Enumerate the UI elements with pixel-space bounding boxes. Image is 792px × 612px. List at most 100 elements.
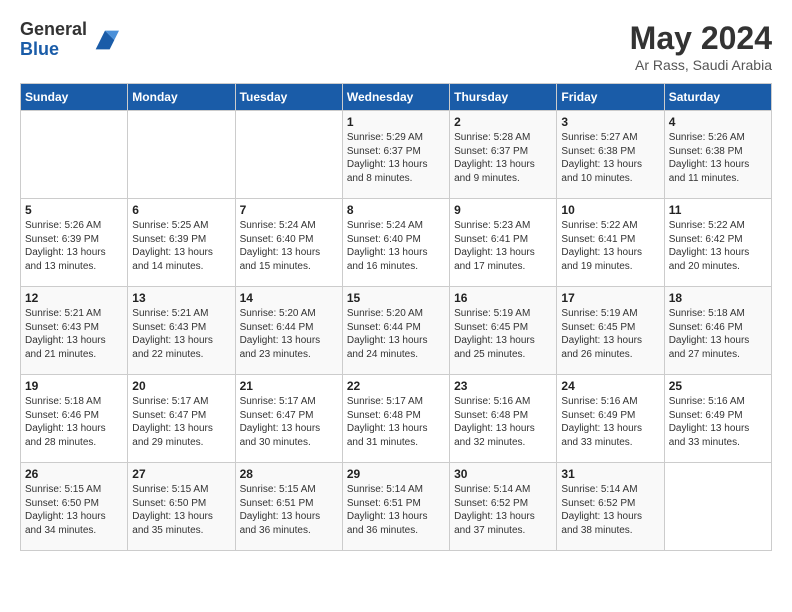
day-info: Sunrise: 5:20 AM Sunset: 6:44 PM Dayligh… — [240, 307, 338, 361]
day-info: Sunrise: 5:17 AM Sunset: 6:47 PM Dayligh… — [240, 395, 338, 449]
calendar-week-4: 19Sunrise: 5:18 AM Sunset: 6:46 PM Dayli… — [21, 375, 772, 463]
day-info: Sunrise: 5:26 AM Sunset: 6:39 PM Dayligh… — [25, 219, 123, 273]
day-number: 21 — [240, 379, 338, 393]
day-number: 6 — [132, 203, 230, 217]
day-number: 1 — [347, 115, 445, 129]
day-info: Sunrise: 5:24 AM Sunset: 6:40 PM Dayligh… — [240, 219, 338, 273]
calendar-cell: 10Sunrise: 5:22 AM Sunset: 6:41 PM Dayli… — [557, 199, 664, 287]
calendar-table: SundayMondayTuesdayWednesdayThursdayFrid… — [20, 83, 772, 551]
day-info: Sunrise: 5:17 AM Sunset: 6:47 PM Dayligh… — [132, 395, 230, 449]
calendar-cell: 25Sunrise: 5:16 AM Sunset: 6:49 PM Dayli… — [664, 375, 771, 463]
day-info: Sunrise: 5:20 AM Sunset: 6:44 PM Dayligh… — [347, 307, 445, 361]
logo-icon — [91, 26, 119, 54]
calendar-cell — [664, 463, 771, 551]
day-info: Sunrise: 5:24 AM Sunset: 6:40 PM Dayligh… — [347, 219, 445, 273]
day-header-friday: Friday — [557, 84, 664, 111]
calendar-cell: 19Sunrise: 5:18 AM Sunset: 6:46 PM Dayli… — [21, 375, 128, 463]
day-info: Sunrise: 5:21 AM Sunset: 6:43 PM Dayligh… — [132, 307, 230, 361]
calendar-cell — [235, 111, 342, 199]
calendar-header-row: SundayMondayTuesdayWednesdayThursdayFrid… — [21, 84, 772, 111]
day-number: 8 — [347, 203, 445, 217]
calendar-week-5: 26 Sunrise: 5:15 AM Sunset: 6:50 PM Dayli… — [21, 463, 772, 551]
calendar-cell: 17Sunrise: 5:19 AM Sunset: 6:45 PM Dayli… — [557, 287, 664, 375]
day-number: 11 — [669, 203, 767, 217]
day-number: 18 — [669, 291, 767, 305]
day-info: Sunrise: 5:28 AM Sunset: 6:37 PM Dayligh… — [454, 131, 552, 185]
day-number: 29 — [347, 467, 445, 481]
day-header-sunday: Sunday — [21, 84, 128, 111]
day-number: 24 — [561, 379, 659, 393]
day-number: 14 — [240, 291, 338, 305]
calendar-cell: 12 Sunrise: 5:21 AM Sunset: 6:43 PM Dayli… — [21, 287, 128, 375]
day-number: 25 — [669, 379, 767, 393]
day-info: Sunrise: 5:23 AM Sunset: 6:41 PM Dayligh… — [454, 219, 552, 273]
day-number: 28 — [240, 467, 338, 481]
day-info: Sunrise: 5:14 AM Sunset: 6:51 PM Dayligh… — [347, 483, 445, 537]
day-number: 5 — [25, 203, 123, 217]
calendar-cell: 27 Sunrise: 5:15 AM Sunset: 6:50 PM Dayli… — [128, 463, 235, 551]
day-info: Sunrise: 5:27 AM Sunset: 6:38 PM Dayligh… — [561, 131, 659, 185]
calendar-cell: 22 Sunrise: 5:17 AM Sunset: 6:48 PM Dayli… — [342, 375, 449, 463]
day-info: Sunrise: 5:18 AM Sunset: 6:46 PM Dayligh… — [669, 307, 767, 361]
calendar-cell: 5 Sunrise: 5:26 AM Sunset: 6:39 PM Daylig… — [21, 199, 128, 287]
calendar-cell: 31 Sunrise: 5:14 AM Sunset: 6:52 PM Dayli… — [557, 463, 664, 551]
calendar-cell: 18 Sunrise: 5:18 AM Sunset: 6:46 PM Dayli… — [664, 287, 771, 375]
day-number: 30 — [454, 467, 552, 481]
calendar-week-1: 1 Sunrise: 5:29 AM Sunset: 6:37 PM Daylig… — [21, 111, 772, 199]
day-number: 12 — [25, 291, 123, 305]
day-number: 22 — [347, 379, 445, 393]
calendar-cell: 7 Sunrise: 5:24 AM Sunset: 6:40 PM Daylig… — [235, 199, 342, 287]
calendar-cell: 26 Sunrise: 5:15 AM Sunset: 6:50 PM Dayli… — [21, 463, 128, 551]
day-info: Sunrise: 5:18 AM Sunset: 6:46 PM Dayligh… — [25, 395, 123, 449]
day-header-monday: Monday — [128, 84, 235, 111]
day-info: Sunrise: 5:29 AM Sunset: 6:37 PM Dayligh… — [347, 131, 445, 185]
calendar-cell: 23 Sunrise: 5:16 AM Sunset: 6:48 PM Dayli… — [450, 375, 557, 463]
day-number: 31 — [561, 467, 659, 481]
day-number: 15 — [347, 291, 445, 305]
day-info: Sunrise: 5:19 AM Sunset: 6:45 PM Dayligh… — [454, 307, 552, 361]
day-number: 4 — [669, 115, 767, 129]
calendar-cell: 1 Sunrise: 5:29 AM Sunset: 6:37 PM Daylig… — [342, 111, 449, 199]
day-number: 26 — [25, 467, 123, 481]
calendar-cell: 28 Sunrise: 5:15 AM Sunset: 6:51 PM Dayli… — [235, 463, 342, 551]
calendar-cell: 9Sunrise: 5:23 AM Sunset: 6:41 PM Daylig… — [450, 199, 557, 287]
calendar-cell: 11 Sunrise: 5:22 AM Sunset: 6:42 PM Dayli… — [664, 199, 771, 287]
day-header-saturday: Saturday — [664, 84, 771, 111]
calendar-cell: 29 Sunrise: 5:14 AM Sunset: 6:51 PM Dayli… — [342, 463, 449, 551]
calendar-cell: 4Sunrise: 5:26 AM Sunset: 6:38 PM Daylig… — [664, 111, 771, 199]
day-number: 27 — [132, 467, 230, 481]
day-header-thursday: Thursday — [450, 84, 557, 111]
day-number: 2 — [454, 115, 552, 129]
calendar-cell: 20 Sunrise: 5:17 AM Sunset: 6:47 PM Dayli… — [128, 375, 235, 463]
day-number: 16 — [454, 291, 552, 305]
calendar-cell: 2 Sunrise: 5:28 AM Sunset: 6:37 PM Daylig… — [450, 111, 557, 199]
calendar-cell: 21 Sunrise: 5:17 AM Sunset: 6:47 PM Dayli… — [235, 375, 342, 463]
day-info: Sunrise: 5:22 AM Sunset: 6:42 PM Dayligh… — [669, 219, 767, 273]
day-info: Sunrise: 5:22 AM Sunset: 6:41 PM Dayligh… — [561, 219, 659, 273]
calendar-cell: 24Sunrise: 5:16 AM Sunset: 6:49 PM Dayli… — [557, 375, 664, 463]
day-info: Sunrise: 5:19 AM Sunset: 6:45 PM Dayligh… — [561, 307, 659, 361]
day-info: Sunrise: 5:14 AM Sunset: 6:52 PM Dayligh… — [561, 483, 659, 537]
page-header: General Blue May 2024 Ar Rass, Saudi Ara… — [20, 20, 772, 73]
calendar-cell: 6 Sunrise: 5:25 AM Sunset: 6:39 PM Daylig… — [128, 199, 235, 287]
day-info: Sunrise: 5:21 AM Sunset: 6:43 PM Dayligh… — [25, 307, 123, 361]
day-info: Sunrise: 5:25 AM Sunset: 6:39 PM Dayligh… — [132, 219, 230, 273]
day-info: Sunrise: 5:15 AM Sunset: 6:51 PM Dayligh… — [240, 483, 338, 537]
logo-blue-text: Blue — [20, 40, 87, 60]
title-block: May 2024 Ar Rass, Saudi Arabia — [630, 20, 772, 73]
calendar-week-2: 5 Sunrise: 5:26 AM Sunset: 6:39 PM Daylig… — [21, 199, 772, 287]
day-header-wednesday: Wednesday — [342, 84, 449, 111]
calendar-week-3: 12 Sunrise: 5:21 AM Sunset: 6:43 PM Dayli… — [21, 287, 772, 375]
calendar-cell: 3Sunrise: 5:27 AM Sunset: 6:38 PM Daylig… — [557, 111, 664, 199]
day-info: Sunrise: 5:15 AM Sunset: 6:50 PM Dayligh… — [132, 483, 230, 537]
logo: General Blue — [20, 20, 119, 60]
day-info: Sunrise: 5:15 AM Sunset: 6:50 PM Dayligh… — [25, 483, 123, 537]
day-number: 7 — [240, 203, 338, 217]
calendar-cell — [128, 111, 235, 199]
day-number: 23 — [454, 379, 552, 393]
day-number: 20 — [132, 379, 230, 393]
calendar-cell: 16 Sunrise: 5:19 AM Sunset: 6:45 PM Dayli… — [450, 287, 557, 375]
day-info: Sunrise: 5:17 AM Sunset: 6:48 PM Dayligh… — [347, 395, 445, 449]
day-info: Sunrise: 5:16 AM Sunset: 6:48 PM Dayligh… — [454, 395, 552, 449]
calendar-cell: 30Sunrise: 5:14 AM Sunset: 6:52 PM Dayli… — [450, 463, 557, 551]
